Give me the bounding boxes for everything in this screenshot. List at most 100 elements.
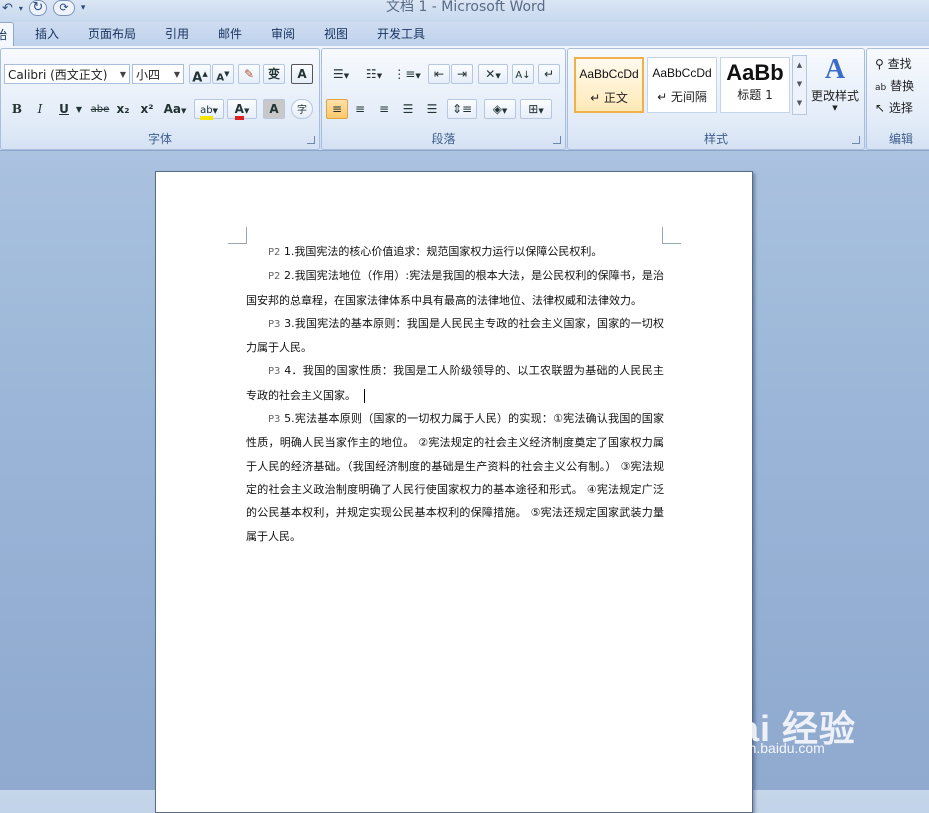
page-ref: P3 (268, 414, 281, 426)
font-color-button[interactable]: A▼ (227, 99, 257, 120)
paragraph-text: 3.我国宪法的基本原则：我国是人民民主专政的社会主义国家，国家的一切权力属于人民… (246, 316, 665, 355)
margin-corner-mark (662, 227, 681, 244)
bold-button[interactable]: B (6, 99, 28, 119)
tab-view[interactable]: 视图 (324, 25, 348, 42)
ribbon-tabs: 始 插入 页面布局 引用 邮件 审阅 视图 开发工具 (0, 22, 929, 50)
chinese-layout-button[interactable]: ✕▼ (478, 64, 508, 84)
styles-group-label: 样式 (703, 132, 728, 146)
grow-font-button[interactable]: A▲ (189, 64, 211, 86)
scroll-up-icon[interactable]: ▲ (793, 56, 806, 75)
multilevel-list-icon: ⋮≡ (393, 67, 416, 81)
line-spacing-button[interactable]: ⇕≡ (447, 99, 477, 119)
style-no-spacing[interactable]: AaBbCcDd ↵ 无间隔 (647, 57, 717, 113)
font-color-icon: A (234, 102, 244, 120)
decrease-indent-button[interactable]: ⇤ (428, 64, 450, 84)
borders-icon: ⊞ (528, 102, 539, 116)
character-border-button[interactable]: A (291, 64, 313, 84)
subscript-button[interactable]: x₂ (112, 99, 134, 119)
dropdown-icon[interactable]: ▾ (19, 4, 23, 13)
chinese-layout-icon: ✕ (485, 67, 496, 81)
enclose-characters-button[interactable]: 字 (291, 99, 313, 119)
increase-indent-button[interactable]: ⇥ (451, 64, 473, 84)
style-normal[interactable]: AaBbCcDd ↵ 正文 (574, 57, 644, 113)
superscript-button[interactable]: x² (136, 99, 158, 119)
grow-font-icon: A (192, 70, 203, 86)
replace-label: 替换 (890, 79, 915, 93)
redo-icon[interactable]: ↻ (28, 0, 47, 16)
sort-icon: A↓ (515, 70, 531, 81)
clear-format-button[interactable]: ✎ (238, 64, 260, 84)
change-case-label: Aa (163, 102, 181, 116)
strikethrough-button[interactable]: abe (89, 99, 111, 119)
tab-page-layout[interactable]: 页面布局 (88, 25, 136, 42)
borders-button[interactable]: ⊞▼ (520, 99, 552, 119)
multilevel-list-button[interactable]: ⋮≡▼ (392, 64, 422, 84)
paragraph-text: 1.我国宪法的核心价值追求：规范国家权力运行以保障公民权利。 (283, 245, 603, 258)
align-right-button[interactable]: ≡ (373, 99, 395, 119)
tab-developer[interactable]: 开发工具 (377, 25, 425, 42)
line-spacing-icon: ⇕≡ (451, 102, 473, 116)
dropdown-icon: ▼ (832, 104, 838, 112)
document-page[interactable]: P2 1.我国宪法的核心价值追求：规范国家权力运行以保障公民权利。 P2 2.我… (155, 171, 753, 813)
style-name: ↵ 无间隔 (657, 90, 707, 104)
justify-icon: ☰ (402, 102, 414, 116)
highlight-button[interactable]: ab▼ (194, 99, 224, 120)
tab-references[interactable]: 引用 (165, 25, 189, 42)
more-styles-icon[interactable]: ▼ (793, 94, 806, 113)
increase-indent-icon: ⇥ (456, 67, 468, 81)
font-group-label: 字体 (147, 132, 172, 146)
font-size-combo[interactable]: 小四 ▼ (132, 64, 184, 84)
replace-button[interactable]: ab 替换 (875, 77, 914, 94)
change-case-button[interactable]: Aa▼ (161, 99, 189, 119)
page-ref: P3 (268, 366, 281, 378)
character-shading-button[interactable]: A (263, 99, 285, 119)
justify-button[interactable]: ☰ (397, 99, 419, 119)
style-sample: AaBbCcDd (652, 66, 712, 80)
numbering-button[interactable]: ☷▼ (359, 64, 389, 84)
undo-icon[interactable]: ↶ (2, 1, 13, 16)
bullets-icon: ☰ (332, 67, 344, 81)
text-cursor (364, 388, 365, 403)
character-shading-icon: A (269, 102, 279, 116)
distributed-button[interactable]: ☰ (421, 99, 443, 119)
font-name-value: Calibri (西文正文) (8, 68, 108, 82)
watermark-url: jingyan.baidu.com (712, 740, 825, 756)
dialog-launcher-icon[interactable] (553, 136, 561, 144)
font-name-combo[interactable]: Calibri (西文正文) ▼ (4, 64, 130, 84)
clear-format-icon: ✎ (243, 67, 255, 81)
customize-qat-icon[interactable]: ▾ (81, 3, 86, 13)
style-heading-1[interactable]: AaBb 标题 1 (720, 57, 790, 113)
tab-mailings[interactable]: 邮件 (218, 25, 242, 42)
paragraph-text: 2.我国宪法地位（作用）:宪法是我国的根本大法，是公民权利的保障书，是治国安邦的… (246, 269, 665, 307)
select-label: 选择 (888, 101, 913, 115)
shrink-font-button[interactable]: A▼ (212, 64, 234, 84)
underline-button[interactable]: U (53, 99, 75, 119)
align-center-button[interactable]: ≡ (349, 99, 371, 119)
phonetic-guide-button[interactable]: 变 (263, 64, 285, 84)
find-label: 查找 (887, 57, 912, 71)
tab-insert[interactable]: 插入 (35, 25, 59, 42)
scroll-down-icon[interactable]: ▼ (793, 75, 806, 94)
align-left-button[interactable]: ≡ (326, 99, 348, 119)
select-button[interactable]: ↖ 选择 (875, 99, 913, 116)
repeat-icon[interactable]: ⟳ (52, 0, 75, 16)
show-marks-button[interactable]: ↵ (538, 64, 560, 84)
styles-scroll[interactable]: ▲ ▼ ▼ (792, 55, 807, 115)
cursor-icon: ↖ (875, 101, 886, 115)
bullets-button[interactable]: ☰▼ (326, 64, 356, 84)
dialog-launcher-icon[interactable] (307, 136, 315, 144)
document-body[interactable]: P2 1.我国宪法的核心价值追求：规范国家权力运行以保障公民权利。 P2 2.我… (246, 240, 664, 548)
dropdown-icon: ▼ (173, 70, 180, 79)
font-size-value: 小四 (136, 68, 161, 82)
page-ref: P2 (268, 271, 281, 283)
tab-review[interactable]: 审阅 (271, 25, 295, 42)
shading-button[interactable]: ◈▼ (484, 99, 516, 119)
paragraph-group: ☰▼ ☷▼ ⋮≡▼ ⇤ ⇥ ✕▼ A↓ ↵ ≡ ≡ ≡ ☰ ☰ ⇕≡ ◈▼ ⊞▼… (321, 48, 566, 150)
align-left-icon: ≡ (331, 102, 343, 116)
find-button[interactable]: ⚲ 查找 (875, 55, 912, 72)
underline-dropdown[interactable]: ▼ (73, 99, 85, 119)
dialog-launcher-icon[interactable] (852, 136, 860, 144)
change-styles-button[interactable]: A 更改样式 ▼ (808, 53, 862, 127)
sort-button[interactable]: A↓ (512, 64, 534, 84)
italic-button[interactable]: I (29, 99, 51, 119)
